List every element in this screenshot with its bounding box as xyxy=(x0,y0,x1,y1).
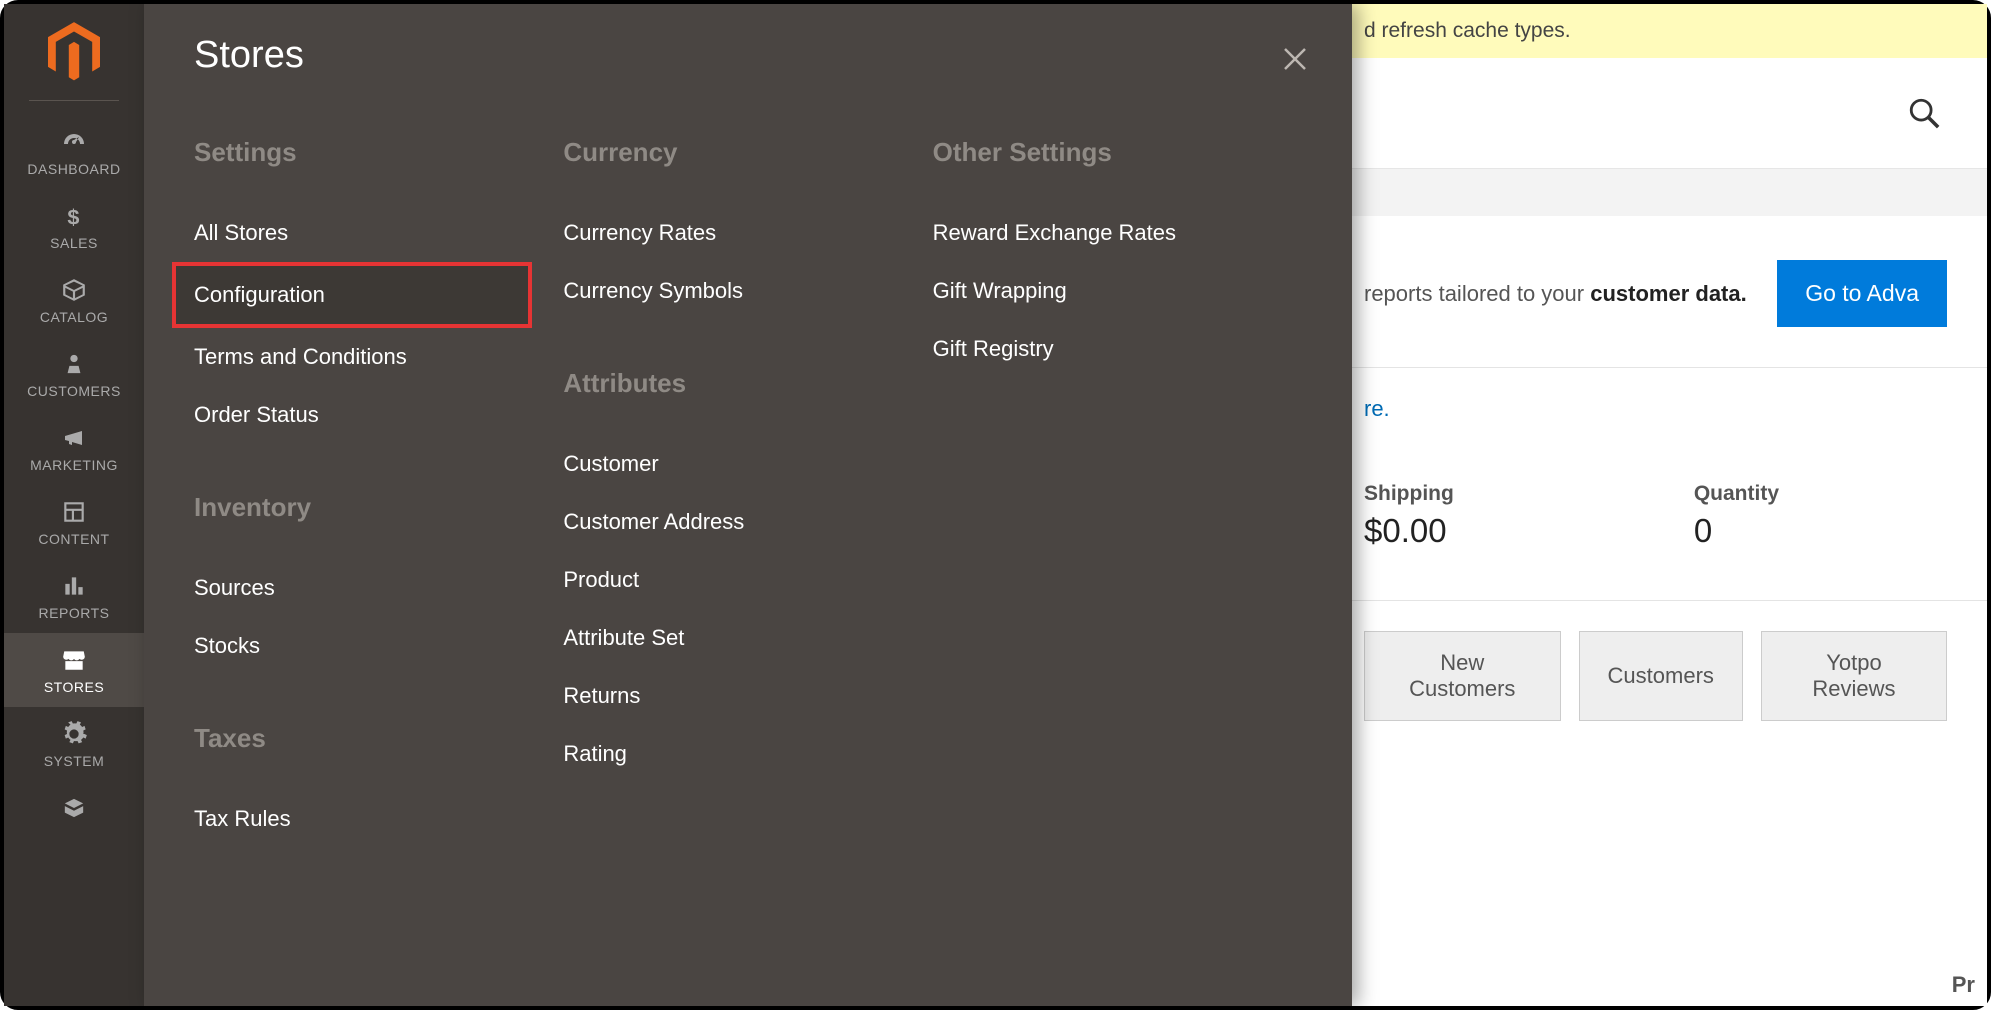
fly-link-attr-set[interactable]: Attribute Set xyxy=(563,609,932,667)
gear-icon xyxy=(56,719,92,749)
sidebar-item-label: SALES xyxy=(50,235,98,251)
fly-link-tax-rules[interactable]: Tax Rules xyxy=(194,790,563,848)
sidebar-item-label: MARKETING xyxy=(30,457,118,473)
magento-logo[interactable] xyxy=(44,22,104,82)
sidebar-item-content[interactable]: CONTENT xyxy=(4,485,144,559)
col-heading-other: Other Settings xyxy=(933,137,1302,168)
svg-text:$: $ xyxy=(67,204,79,229)
fly-link-terms[interactable]: Terms and Conditions xyxy=(194,328,563,386)
sidebar-divider xyxy=(29,100,119,101)
stat-quantity: Quantity 0 xyxy=(1694,482,1779,550)
fly-link-attr-customer-address[interactable]: Customer Address xyxy=(563,493,932,551)
notice-text: d refresh cache types. xyxy=(1364,19,1571,43)
sidebar-item-customers[interactable]: CUSTOMERS xyxy=(4,337,144,411)
stat-value: 0 xyxy=(1694,512,1779,550)
sidebar-item-label: DASHBOARD xyxy=(27,161,120,177)
fly-link-sources[interactable]: Sources xyxy=(194,559,563,617)
sidebar-item-marketing[interactable]: MARKETING xyxy=(4,411,144,485)
storefront-icon xyxy=(56,645,92,675)
fly-link-currency-symbols[interactable]: Currency Symbols xyxy=(563,262,932,320)
stat-label: Quantity xyxy=(1694,482,1779,506)
promo-text-before: reports tailored to your xyxy=(1364,281,1590,306)
sidebar-item-label: CATALOG xyxy=(40,309,108,325)
sidebar-item-dashboard[interactable]: DASHBOARD xyxy=(4,115,144,189)
search-icon[interactable] xyxy=(1907,96,1941,130)
col-heading-taxes: Taxes xyxy=(194,723,563,754)
here-link[interactable]: re. xyxy=(1364,396,1390,421)
close-button[interactable] xyxy=(1278,42,1312,76)
footer-right-text: Pr xyxy=(1952,972,1975,998)
tab-new-customers[interactable]: New Customers xyxy=(1364,631,1561,721)
promo-text: reports tailored to your customer data. xyxy=(1364,281,1747,307)
fly-link-gift-wrapping[interactable]: Gift Wrapping xyxy=(933,262,1302,320)
col-heading-attributes: Attributes xyxy=(563,368,932,399)
fly-link-attr-rating[interactable]: Rating xyxy=(563,725,932,783)
col-heading-settings: Settings xyxy=(194,137,563,168)
sidebar-item-reports[interactable]: REPORTS xyxy=(4,559,144,633)
promo-text-bold: customer data. xyxy=(1590,281,1747,306)
stat-label: Shipping xyxy=(1364,482,1454,506)
admin-sidebar: DASHBOARD $ SALES CATALOG CUSTOMERS MARK… xyxy=(4,4,144,1006)
sidebar-item-extra[interactable] xyxy=(4,781,144,827)
tab-customers[interactable]: Customers xyxy=(1579,631,1743,721)
fly-link-order-status[interactable]: Order Status xyxy=(194,386,563,444)
tab-yotpo-reviews[interactable]: Yotpo Reviews xyxy=(1761,631,1947,721)
stores-flyout-menu: Stores Settings All Stores Configuration… xyxy=(144,4,1352,1006)
col-heading-inventory: Inventory xyxy=(194,492,563,523)
sidebar-item-sales[interactable]: $ SALES xyxy=(4,189,144,263)
fly-link-all-stores[interactable]: All Stores xyxy=(194,204,563,262)
fly-link-currency-rates[interactable]: Currency Rates xyxy=(563,204,932,262)
sidebar-item-stores[interactable]: STORES xyxy=(4,633,144,707)
flyout-columns: Settings All Stores Configuration Terms … xyxy=(194,127,1302,848)
stat-value: $0.00 xyxy=(1364,512,1454,550)
flyout-col-currency: Currency Currency Rates Currency Symbols… xyxy=(563,127,932,848)
box-icon xyxy=(56,275,92,305)
fly-link-gift-registry[interactable]: Gift Registry xyxy=(933,320,1302,378)
col-heading-currency: Currency xyxy=(563,137,932,168)
sidebar-item-system[interactable]: SYSTEM xyxy=(4,707,144,781)
megaphone-icon xyxy=(56,423,92,453)
flyout-col-other: Other Settings Reward Exchange Rates Gif… xyxy=(933,127,1302,848)
sidebar-item-label: CONTENT xyxy=(38,531,109,547)
dollar-icon: $ xyxy=(56,201,92,231)
sidebar-item-label: CUSTOMERS xyxy=(27,383,121,399)
fly-link-reward-rates[interactable]: Reward Exchange Rates xyxy=(933,204,1302,262)
flyout-col-settings: Settings All Stores Configuration Terms … xyxy=(194,127,563,848)
person-icon xyxy=(56,349,92,379)
stat-shipping: Shipping $0.00 xyxy=(1364,482,1454,550)
sidebar-item-catalog[interactable]: CATALOG xyxy=(4,263,144,337)
sidebar-item-label: REPORTS xyxy=(39,605,110,621)
sidebar-item-label: STORES xyxy=(44,679,104,695)
layout-icon xyxy=(56,497,92,527)
go-to-advanced-button[interactable]: Go to Adva xyxy=(1777,260,1947,327)
fly-link-configuration[interactable]: Configuration xyxy=(172,262,532,328)
cube-icon xyxy=(56,793,92,823)
fly-link-attr-returns[interactable]: Returns xyxy=(563,667,932,725)
fly-link-attr-product[interactable]: Product xyxy=(563,551,932,609)
gauge-icon xyxy=(56,127,92,157)
sidebar-item-label: SYSTEM xyxy=(44,753,105,769)
flyout-title: Stores xyxy=(194,34,1302,77)
fly-link-attr-customer[interactable]: Customer xyxy=(563,435,932,493)
fly-link-stocks[interactable]: Stocks xyxy=(194,617,563,675)
bar-chart-icon xyxy=(56,571,92,601)
